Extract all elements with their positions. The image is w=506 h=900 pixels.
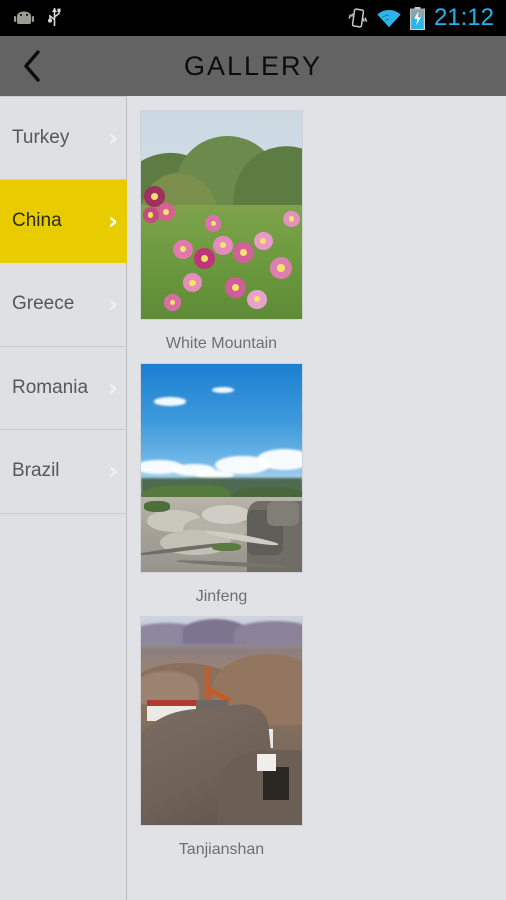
gallery-grid-container: White Mountain Jinfeng Tanjianshan	[128, 96, 506, 900]
sidebar-item-greece[interactable]: Greece ›	[0, 263, 127, 347]
chevron-left-icon	[21, 49, 43, 83]
gallery-item[interactable]: White Mountain	[140, 110, 328, 353]
thumbnail-image	[141, 111, 302, 319]
back-button[interactable]	[0, 36, 64, 96]
country-sidebar: Turkey › China › Greece › Romania › Braz…	[0, 96, 127, 900]
chevron-right-icon: ›	[108, 290, 118, 319]
thumbnail-image	[141, 617, 302, 825]
content-area: Turkey › China › Greece › Romania › Braz…	[0, 96, 506, 900]
status-bar: 21:12	[0, 0, 506, 36]
gallery-grid: White Mountain Jinfeng Tanjianshan	[140, 110, 506, 869]
sidebar-item-label: Greece	[12, 293, 75, 315]
gallery-item-caption: Tanjianshan	[178, 841, 265, 858]
chevron-right-icon: ›	[108, 206, 118, 235]
sidebar-item-turkey[interactable]: Turkey ›	[0, 96, 127, 180]
usb-icon	[48, 7, 61, 29]
app-root: 21:12 GALLERY Turkey › China › Greece › …	[0, 0, 506, 900]
gallery-item-caption: Jinfeng	[195, 588, 248, 605]
status-bar-left-icons	[0, 7, 61, 29]
chevron-right-icon: ›	[108, 373, 118, 402]
chevron-right-icon: ›	[108, 123, 118, 152]
gallery-thumbnail-white-mountain[interactable]	[140, 110, 303, 320]
battery-charging-icon	[409, 6, 425, 30]
action-bar: GALLERY	[0, 36, 506, 96]
chevron-right-icon: ›	[108, 457, 118, 486]
page-title: GALLERY	[183, 50, 323, 81]
gallery-item-caption: White Mountain	[165, 335, 278, 352]
gallery-thumbnail-jinfeng[interactable]	[140, 363, 303, 573]
thumbnail-image	[141, 364, 302, 572]
gallery-item[interactable]: Jinfeng	[140, 363, 328, 606]
vibrate-icon	[348, 7, 368, 29]
sidebar-item-romania[interactable]: Romania ›	[0, 347, 127, 430]
sidebar-item-label: Brazil	[12, 460, 60, 482]
gallery-thumbnail-tanjianshan[interactable]	[140, 616, 303, 826]
wifi-icon	[377, 9, 401, 28]
sidebar-item-label: Turkey	[12, 126, 70, 148]
gallery-item[interactable]: Tanjianshan	[140, 616, 328, 859]
sidebar-item-china[interactable]: China ›	[0, 179, 127, 263]
android-robot-icon	[14, 11, 34, 25]
sidebar-item-brazil[interactable]: Brazil ›	[0, 430, 127, 514]
sidebar-item-label: China	[12, 209, 62, 231]
status-bar-right-icons: 21:12	[348, 4, 506, 32]
sidebar-empty-space	[0, 514, 126, 803]
status-bar-clock: 21:12	[433, 4, 494, 31]
sidebar-item-label: Romania	[12, 376, 89, 398]
